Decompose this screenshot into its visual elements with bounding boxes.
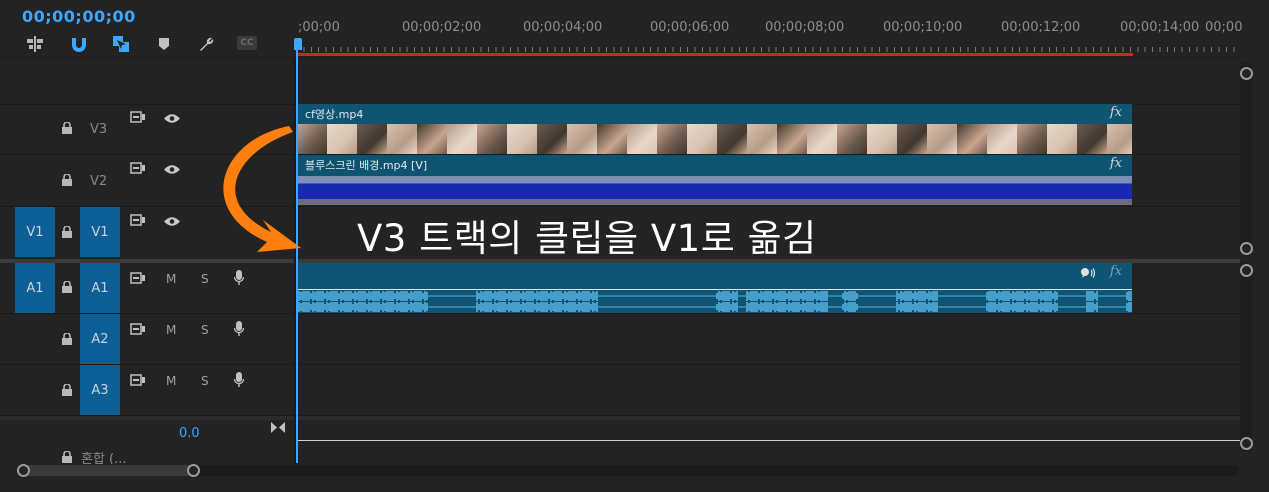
timeline-top-band (0, 57, 1240, 105)
microphone-icon[interactable] (232, 269, 246, 287)
lock-icon[interactable] (60, 450, 74, 464)
mute-button[interactable]: M (166, 374, 176, 388)
scroll-thumb[interactable] (17, 465, 197, 476)
track-v3: V3 cf영상.mp4 fx (0, 104, 1240, 155)
snap-magnet-icon[interactable] (68, 34, 90, 54)
sync-lock-icon[interactable] (129, 213, 147, 227)
lock-icon[interactable] (60, 383, 74, 397)
track-mix: 0.0 혼합 (... (0, 420, 1240, 467)
track-target-a1[interactable]: A1 (80, 263, 120, 313)
work-area-bar[interactable] (297, 53, 1133, 56)
wrench-settings-icon[interactable] (195, 34, 217, 54)
track-target-a3[interactable]: A3 (80, 365, 120, 415)
sync-lock-icon[interactable] (129, 110, 147, 124)
solo-button[interactable]: S (201, 374, 209, 388)
track-header-a3: A3 M S (0, 365, 294, 415)
add-marker-icon[interactable] (153, 34, 175, 54)
ruler-tick-label: ;00;00 (298, 20, 340, 35)
fx-badge[interactable]: fx (1110, 105, 1122, 120)
track-label: V2 (90, 174, 108, 189)
lock-icon[interactable] (60, 121, 74, 135)
clip-thumbnails (297, 176, 1132, 205)
curved-arrow-annotation (223, 126, 301, 252)
ruler-tick-label: 00;00;06;00 (650, 20, 730, 35)
eye-icon[interactable] (162, 163, 182, 175)
insert-edit-icon[interactable] (24, 34, 46, 54)
ruler-tick-label: 00;00;04;00 (523, 20, 603, 35)
track-target-a2[interactable]: A2 (80, 314, 120, 364)
ruler-tick-label: 00;00;08;00 (765, 20, 845, 35)
go-to-edit-icon[interactable] (269, 421, 287, 433)
sync-lock-icon[interactable] (129, 373, 147, 387)
ruler-tick-label: 00;00 (1205, 20, 1243, 35)
track-a3: A3 M S (0, 365, 1240, 416)
zoom-handle-right[interactable] (187, 464, 200, 477)
microphone-icon[interactable] (232, 320, 246, 338)
ruler-ticks (296, 42, 1236, 52)
scroll-handle-bottom[interactable] (1240, 437, 1253, 450)
clip-name: cf영상.mp4 (305, 108, 364, 121)
lock-icon[interactable] (60, 225, 74, 239)
sync-lock-icon[interactable] (129, 161, 147, 175)
track-header-a2: A2 M S (0, 314, 294, 364)
mix-volume-value[interactable]: 0.0 (179, 426, 200, 441)
clip-v2-bluescreen[interactable]: 블루스크린 배경.mp4 [V] fx (297, 155, 1132, 205)
track-v2: V2 블루스크린 배경.mp4 [V] fx (0, 155, 1240, 207)
captions-icon[interactable]: CC (237, 36, 257, 50)
horizontal-scrollbar[interactable] (17, 464, 1239, 477)
scroll-handle-top[interactable] (1240, 67, 1253, 80)
track-a1: A1 A1 M S fx (0, 263, 1240, 314)
lock-icon[interactable] (60, 280, 74, 294)
track-a2: A2 M S (0, 314, 1240, 365)
clip-thumbnails (297, 124, 1132, 154)
ruler-tick-label: 00;00;12;00 (1001, 20, 1081, 35)
ruler-tick-label: 00;00;10;00 (883, 20, 963, 35)
playhead-timecode[interactable]: 00;00;00;00 (22, 7, 136, 26)
scroll-handle-top[interactable] (1240, 264, 1253, 277)
voice-icon (1080, 267, 1096, 279)
solo-button[interactable]: S (201, 272, 209, 286)
scroll-handle-bottom[interactable] (1240, 242, 1253, 255)
source-patch-v1[interactable]: V1 (15, 207, 55, 257)
clip-a1-audio[interactable]: fx (297, 263, 1132, 313)
annotation-text: V3 트랙의 클립을 V1로 옮김 (357, 217, 817, 260)
source-patch-a1[interactable]: A1 (15, 263, 55, 313)
audio-vertical-scrollbar[interactable] (1240, 262, 1253, 452)
ruler-tick-label: 00;00;14;00 (1120, 20, 1200, 35)
mute-button[interactable]: M (166, 323, 176, 337)
mix-volume-line[interactable] (297, 440, 1240, 441)
video-vertical-scrollbar[interactable] (1240, 62, 1253, 255)
solo-button[interactable]: S (201, 323, 209, 337)
eye-icon[interactable] (162, 215, 182, 227)
sync-lock-icon[interactable] (129, 322, 147, 336)
linked-selection-icon[interactable] (110, 34, 132, 54)
zoom-handle-left[interactable] (17, 464, 30, 477)
lock-icon[interactable] (60, 332, 74, 346)
eye-icon[interactable] (162, 112, 182, 124)
lock-icon[interactable] (60, 173, 74, 187)
mute-button[interactable]: M (166, 272, 176, 286)
microphone-icon[interactable] (232, 371, 246, 389)
track-target-v1[interactable]: V1 (80, 207, 120, 257)
sync-lock-icon[interactable] (129, 271, 147, 285)
playhead-handle[interactable] (294, 38, 302, 50)
ruler-tick-label: 00;00;02;00 (402, 20, 482, 35)
fx-badge[interactable]: fx (1110, 264, 1122, 279)
audio-waveform (297, 291, 1132, 312)
track-header-a1: A1 A1 M S (0, 263, 294, 313)
track-label: V3 (90, 122, 108, 137)
fx-badge[interactable]: fx (1110, 156, 1122, 171)
clip-v3-cf[interactable]: cf영상.mp4 fx (297, 104, 1132, 154)
